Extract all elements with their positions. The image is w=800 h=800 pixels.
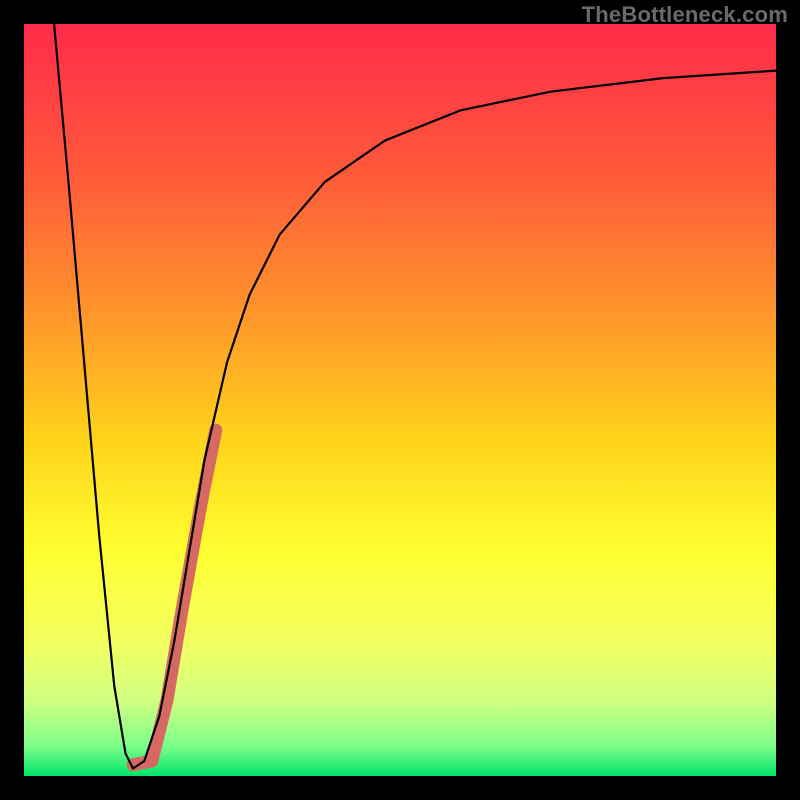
chart-plot <box>24 24 776 776</box>
plot-background <box>24 24 776 776</box>
watermark-text: TheBottleneck.com <box>582 2 788 28</box>
chart-frame: TheBottleneck.com <box>0 0 800 800</box>
